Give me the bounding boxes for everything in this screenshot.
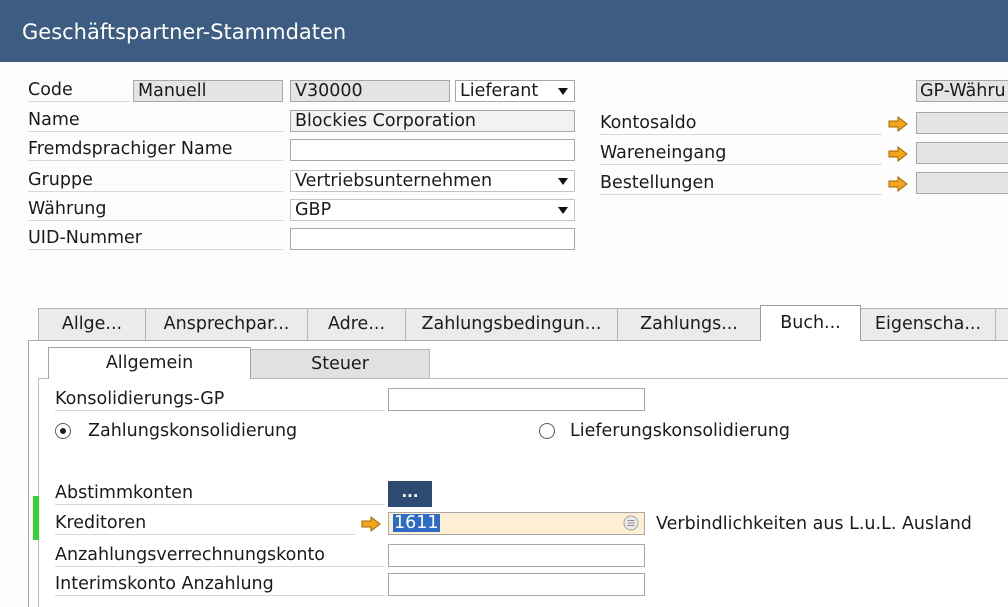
down-payment-clearing-label: Anzahlungsverrechnungskonto (55, 545, 385, 567)
radio-button-icon[interactable] (55, 423, 71, 439)
radio-button-icon[interactable] (539, 423, 555, 439)
group-label: Gruppe (28, 170, 283, 192)
control-accounts-label: Abstimmkonten (55, 483, 385, 505)
creditors-account-description: Verbindlichkeiten aus L.u.L. Ausland (656, 514, 972, 534)
bp-type-value: Lieferant (460, 81, 539, 101)
goods-receipt-field (916, 142, 1008, 164)
uid-number-label: UID-Nummer (28, 228, 283, 250)
chevron-down-icon[interactable] (558, 178, 568, 185)
tab-accounting[interactable]: Buch... (760, 305, 861, 341)
orange-link-arrow-icon[interactable] (888, 146, 908, 162)
account-balance-label: Kontosaldo (600, 113, 882, 135)
code-input[interactable]: V30000 (290, 80, 450, 102)
subtab-general[interactable]: Allgemein (48, 347, 251, 379)
bp-type-select[interactable]: Lieferant (455, 80, 575, 102)
payment-consolidation-label: Zahlungskonsolidierung (88, 421, 298, 441)
bp-currency-select[interactable]: GP-Währu (916, 80, 1008, 102)
orange-link-arrow-icon[interactable] (361, 516, 381, 532)
delivery-consolidation-radio[interactable]: Lieferungskonsolidierung (539, 420, 809, 442)
down-payment-clearing-input[interactable] (388, 544, 645, 567)
tab-general[interactable]: Allge... (38, 308, 146, 340)
group-select[interactable]: Vertriebsunternehmen (290, 170, 575, 192)
chevron-down-icon[interactable] (558, 207, 568, 214)
chevron-down-icon[interactable] (558, 88, 568, 95)
currency-value: GBP (295, 200, 332, 220)
consolidation-bp-label: Konsolidierungs-GP (55, 389, 385, 411)
down-payment-interim-label: Interimskonto Anzahlung (55, 574, 385, 596)
subtab-tax[interactable]: Steuer (250, 349, 430, 378)
group-value: Vertriebsunternehmen (295, 171, 493, 191)
delivery-consolidation-label: Lieferungskonsolidierung (570, 421, 790, 441)
orders-field (916, 172, 1008, 194)
account-balance-field (916, 112, 1008, 134)
orange-link-arrow-icon[interactable] (888, 116, 908, 132)
tab-payment-terms[interactable]: Zahlungsbedingun... (405, 308, 618, 340)
goods-receipt-label: Wareneingang (600, 143, 882, 165)
payment-consolidation-radio[interactable]: Zahlungskonsolidierung (55, 420, 325, 442)
code-series-select[interactable]: Manuell (133, 80, 283, 102)
creditors-account-input[interactable]: 1611 (388, 512, 645, 535)
foreign-name-label: Fremdsprachiger Name (28, 139, 283, 161)
currency-label: Währung (28, 199, 283, 221)
tab-overflow[interactable] (995, 308, 1008, 340)
title-bar[interactable]: Geschäftspartner-Stammdaten (0, 0, 1008, 62)
mandatory-indicator (33, 496, 39, 540)
currency-select[interactable]: GBP (290, 199, 575, 221)
code-label: Code (28, 80, 130, 102)
orders-label: Bestellungen (600, 173, 882, 195)
tab-payment-run[interactable]: Zahlungs... (617, 308, 761, 340)
foreign-name-input[interactable] (290, 139, 575, 161)
tab-addresses[interactable]: Adre... (307, 308, 406, 340)
tab-contact-persons[interactable]: Ansprechpar... (145, 308, 308, 340)
name-input[interactable]: Blockies Corporation (290, 110, 575, 132)
consolidation-bp-input[interactable] (388, 388, 645, 411)
window-title: Geschäftspartner-Stammdaten (22, 20, 347, 44)
orange-link-arrow-icon[interactable] (888, 176, 908, 192)
name-label: Name (28, 110, 283, 132)
choose-from-list-icon[interactable] (623, 515, 639, 531)
creditors-label: Kreditoren (55, 513, 355, 535)
control-accounts-button[interactable]: ... (388, 481, 432, 507)
down-payment-interim-input[interactable] (388, 573, 645, 596)
tab-properties[interactable]: Eigenscha... (860, 308, 996, 340)
uid-number-input[interactable] (290, 228, 575, 250)
creditors-account-value: 1611 (393, 513, 440, 533)
